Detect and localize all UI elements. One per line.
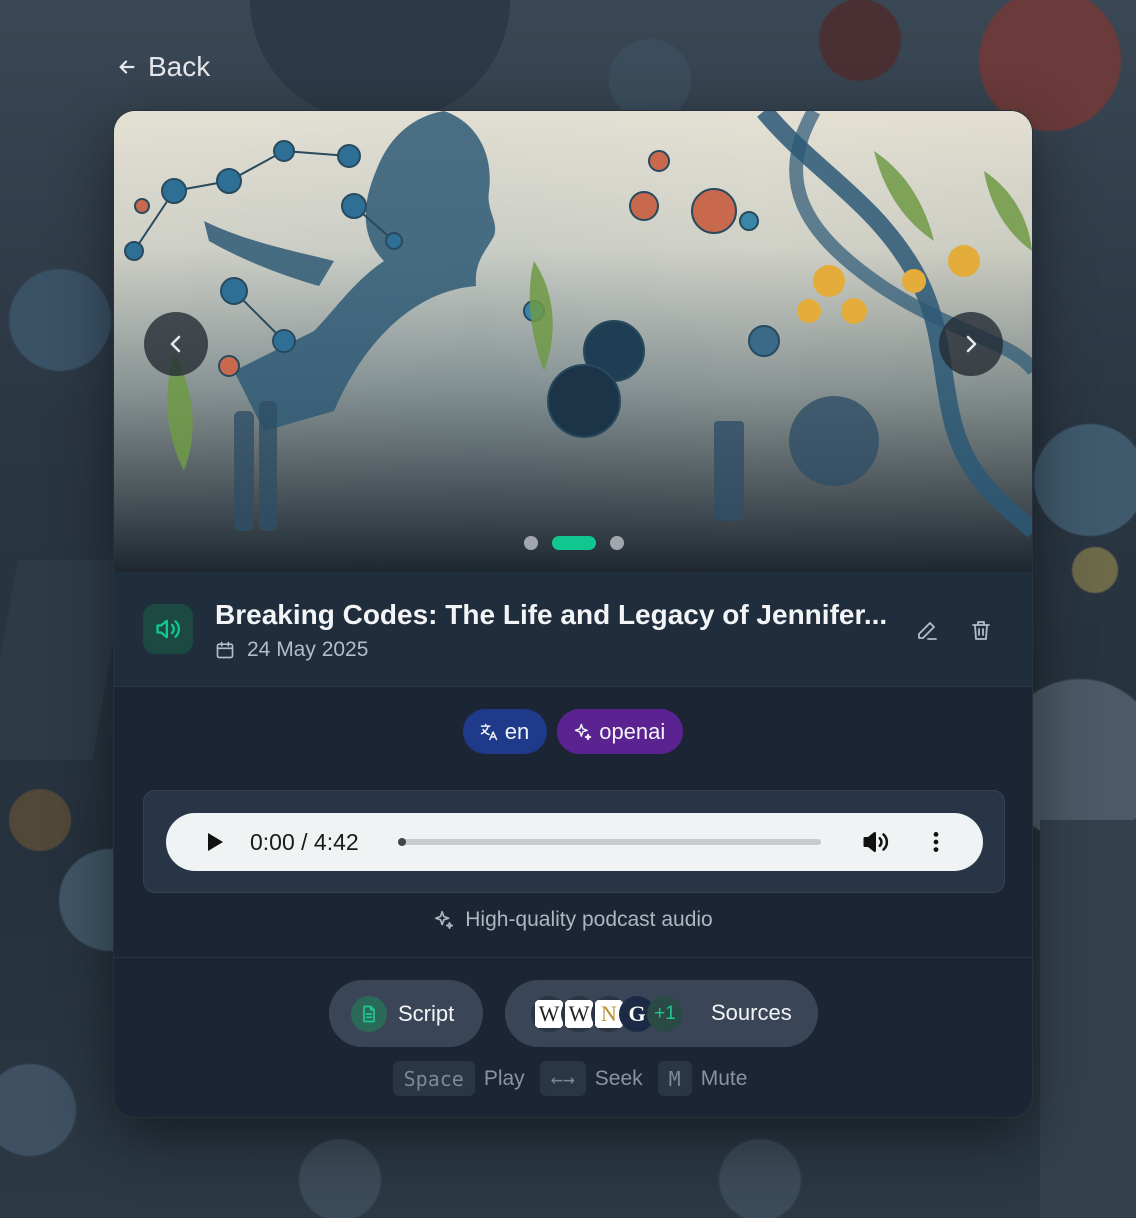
back-button[interactable]: Back [116,50,210,84]
script-label: Script [398,1000,455,1026]
play-icon[interactable] [202,830,226,854]
carousel-dot[interactable] [610,536,624,550]
sources-button[interactable]: W W N G +1 Sources [505,980,818,1047]
pencil-icon [918,622,937,640]
episode-tags: en openai [114,709,1032,754]
episode-date: 24 May 2025 [215,638,368,662]
audio-quality-note: High-quality podcast audio [114,908,1032,932]
audio-player: 0:00 / 4:42 [166,813,983,871]
shortcut-label-mute: Mute [700,1066,748,1090]
document-icon [351,995,387,1032]
carousel-dot[interactable] [524,536,538,550]
language-tag: en [462,709,548,754]
script-button[interactable]: Script [329,980,483,1047]
next-slide-button[interactable] [939,312,1003,376]
episode-title: Breaking Codes: The Life and Legacy of J… [215,599,888,630]
shortcut-key-arrows: ←→ [539,1061,586,1096]
trash-icon [972,621,990,640]
translate-icon [480,723,497,740]
provider-label: openai [599,718,666,744]
previous-slide-button[interactable] [144,312,208,376]
language-label: en [504,718,530,744]
seek-bar[interactable] [398,838,821,846]
shortcut-label-play: Play [483,1066,525,1090]
sources-label: Sources [711,1000,792,1025]
chevron-left-icon [170,335,181,353]
carousel-indicators [114,536,1032,550]
keyboard-shortcuts: Space Play ←→ Seek M Mute [114,1061,1032,1096]
carousel-dot-active[interactable] [552,536,596,550]
more-sources-count: +1 [647,996,683,1032]
audio-badge [143,604,193,654]
edit-button[interactable] [912,615,942,645]
back-label: Back [148,51,211,82]
cover-image-carousel [114,111,1032,572]
shortcut-key-m: M [657,1061,692,1096]
audio-player-container: 0:00 / 4:42 [143,790,1005,893]
divider [114,957,1032,958]
shortcut-key-space: Space [392,1061,475,1096]
delete-button[interactable] [966,615,996,645]
provider-tag: openai [557,709,684,754]
time-display: 0:00 / 4:42 [250,829,359,855]
volume-icon[interactable] [861,827,891,857]
arrow-left-icon [119,60,135,74]
cover-illustration [124,111,1032,538]
episode-header: Breaking Codes: The Life and Legacy of J… [114,572,1032,687]
calendar-icon [216,641,234,659]
audio-quality-text: High-quality podcast audio [465,908,713,931]
seek-knob[interactable] [398,838,406,846]
speaker-icon [156,619,180,639]
shortcut-label-seek: Seek [594,1066,643,1090]
chevron-right-icon [966,335,977,353]
episode-card: Breaking Codes: The Life and Legacy of J… [113,110,1033,1118]
date-text: 24 May 2025 [247,638,369,661]
sparkles-icon [574,723,592,740]
sparkles-icon [435,910,454,930]
more-options-icon[interactable] [923,827,949,857]
